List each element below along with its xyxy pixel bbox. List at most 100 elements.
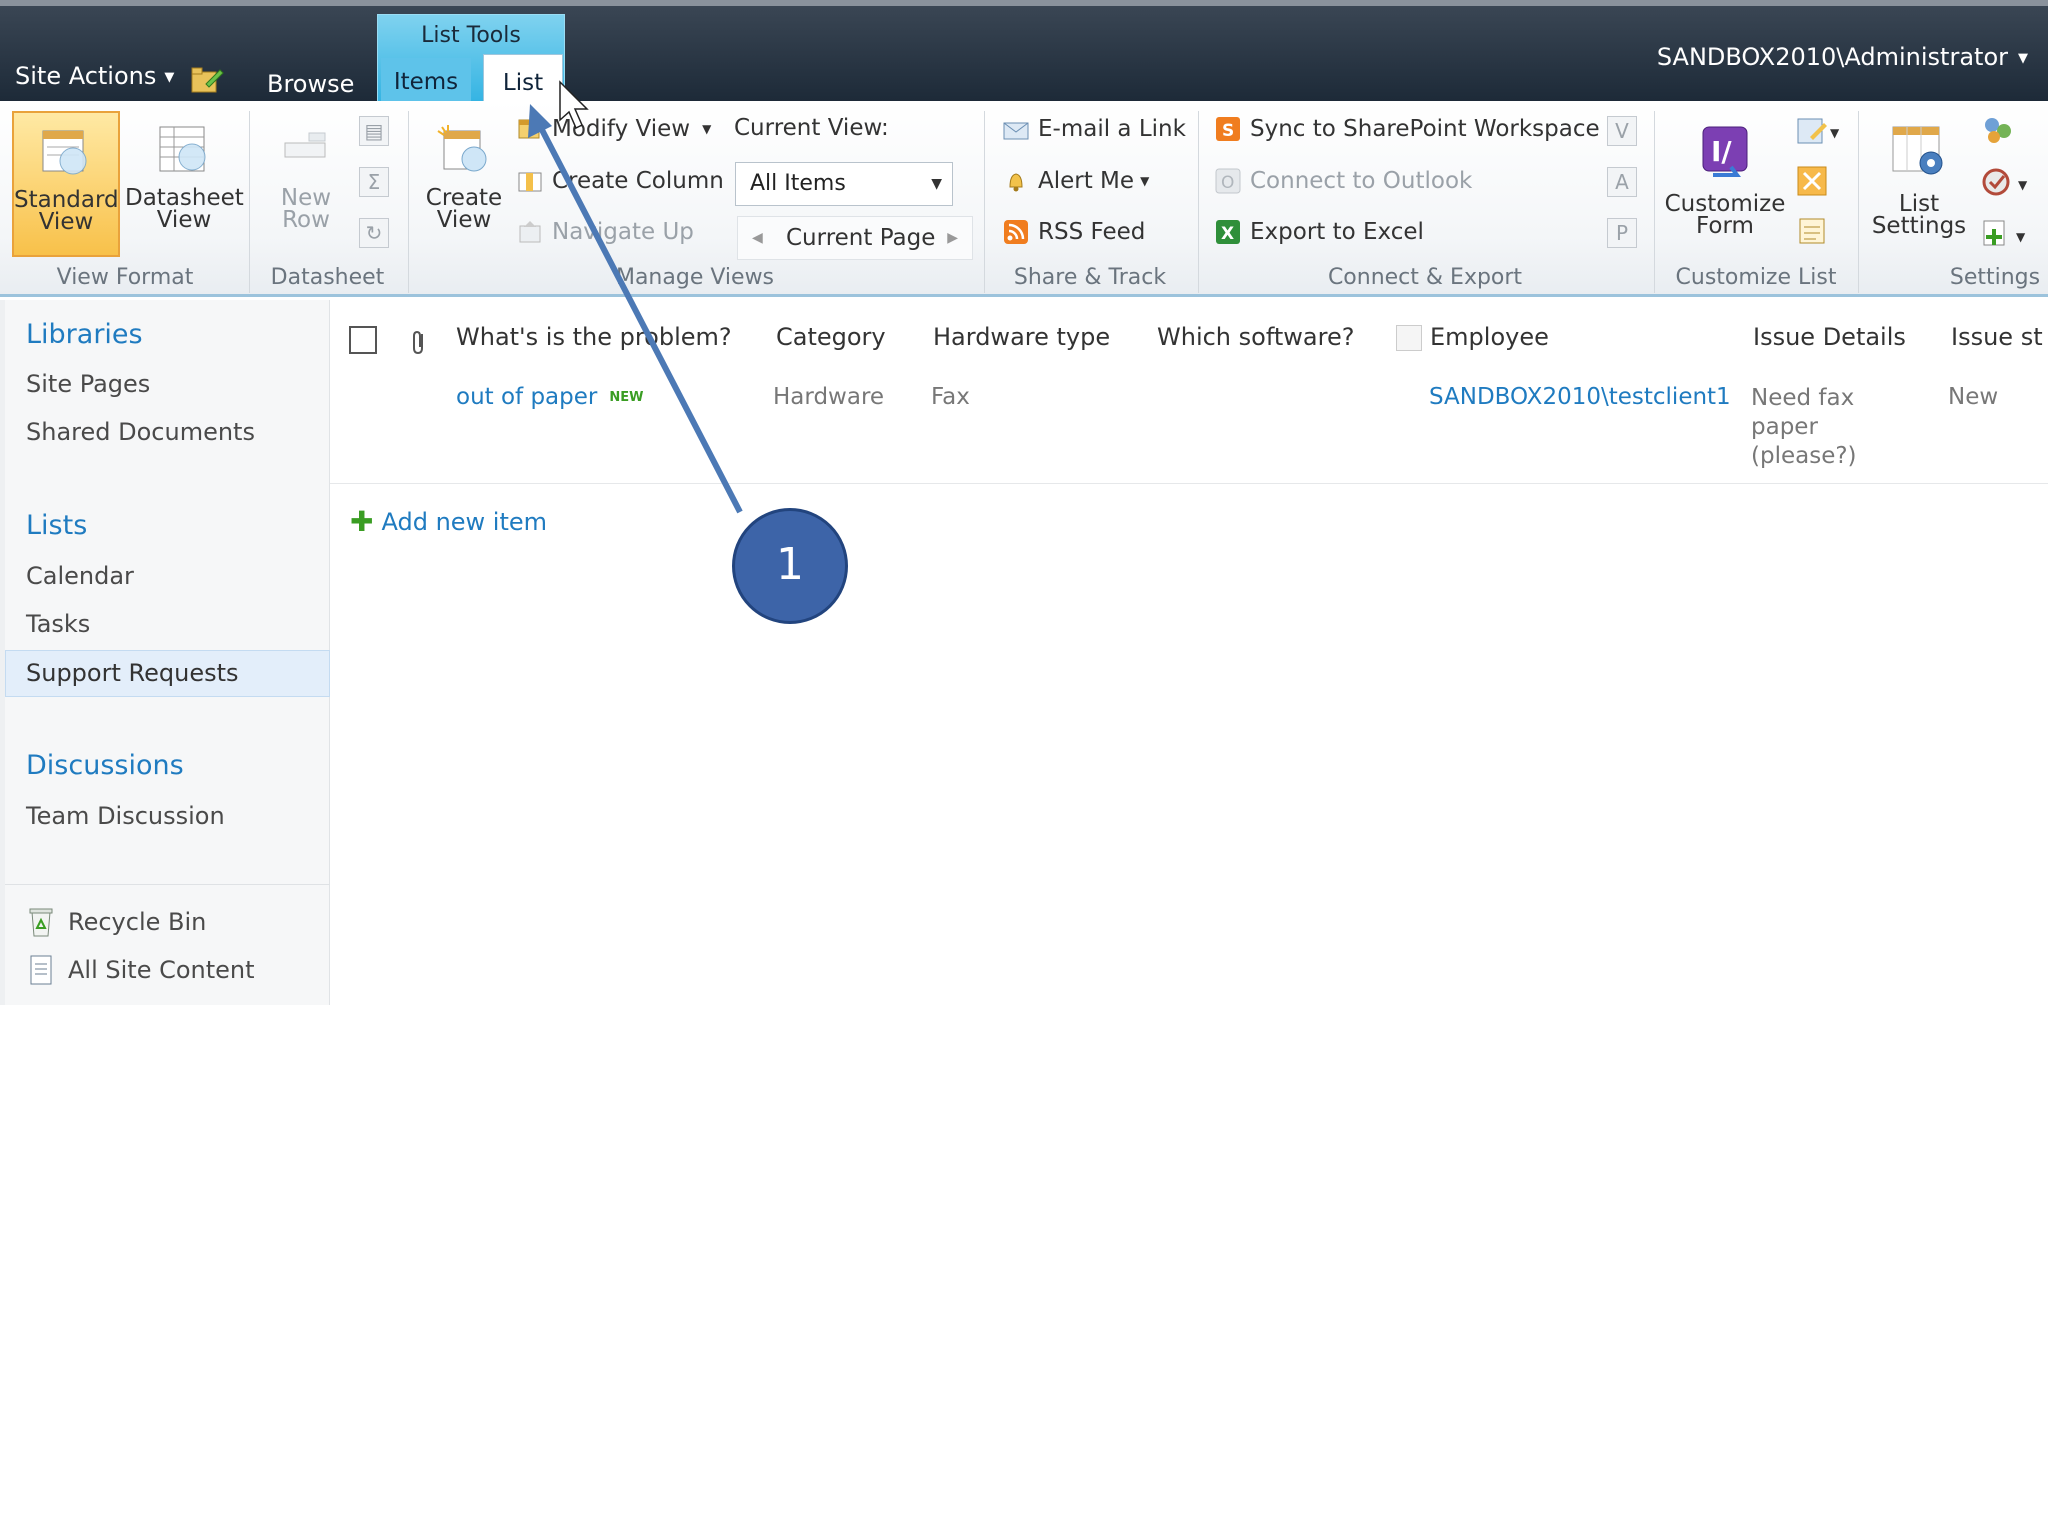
sync-workspace-button[interactable]: S Sync to SharePoint Workspace (1214, 115, 1600, 143)
column-header-hardware-type[interactable]: Hardware type (933, 323, 1110, 351)
edit-page-icon[interactable] (190, 64, 224, 94)
rss-feed-label: RSS Feed (1038, 219, 1146, 245)
cell-employee-link[interactable]: SANDBOX2010\testclient1 (1429, 384, 1731, 410)
nav-item-shared-documents[interactable]: Shared Documents (26, 418, 255, 446)
email-link-button[interactable]: E-mail a Link (1002, 115, 1186, 143)
nav-heading-libraries[interactable]: Libraries (26, 319, 143, 350)
create-column-button[interactable]: Create Column (516, 167, 724, 195)
current-view-dropdown[interactable]: All Items ▼ (735, 162, 953, 206)
nav-item-all-site-content[interactable]: All Site Content (26, 954, 255, 986)
chevron-down-icon: ▼ (164, 69, 175, 85)
permissions-icon[interactable] (1980, 113, 2016, 147)
svg-text:I/: I/ (1711, 135, 1732, 168)
column-header-which-software[interactable]: Which software? (1157, 323, 1354, 351)
nav-item-tasks[interactable]: Tasks (26, 610, 90, 638)
alert-me-button[interactable]: Alert Me ▼ (1002, 167, 1149, 195)
cell-issue-details: Need fax paper (please?) (1751, 384, 1857, 471)
recycle-bin-icon (29, 908, 53, 937)
modify-view-button[interactable]: Modify View ▼ (516, 115, 711, 143)
new-row-label: New Row (280, 185, 332, 233)
connect-outlook-button[interactable]: O Connect to Outlook (1214, 167, 1472, 195)
totals-icon[interactable]: Σ (359, 167, 389, 197)
column-header-employee[interactable]: Employee (1430, 323, 1549, 351)
nav-item-recycle-bin[interactable]: Recycle Bin (26, 906, 206, 938)
group-separator (1654, 111, 1655, 293)
column-header-problem[interactable]: What's is the problem? (456, 323, 732, 351)
excel-icon: X (1216, 220, 1240, 244)
customize-form-label: Customize Form (1664, 191, 1786, 239)
add-app-icon[interactable]: ▼ (1980, 215, 2036, 249)
alert-me-label: Alert Me (1038, 168, 1135, 194)
new-quick-step-icon[interactable] (1796, 215, 1828, 247)
nav-divider (5, 884, 330, 885)
customize-form-button[interactable]: I/ Customize Form (1664, 111, 1786, 257)
issue-details-line: (please?) (1751, 443, 1857, 469)
rss-feed-button[interactable]: RSS Feed (1002, 218, 1145, 246)
project-icon[interactable]: P (1607, 218, 1637, 248)
attachment-icon (413, 330, 423, 355)
add-new-item-link[interactable]: ✚ Add new item (350, 505, 547, 538)
column-header-issue-status[interactable]: Issue st (1951, 323, 2043, 351)
group-label-customize-list: Customize List (1675, 265, 1837, 290)
table-row-title-link[interactable]: out of paper NEW (456, 384, 643, 410)
svg-text:▼: ▼ (1830, 126, 1840, 140)
svg-text:S: S (1222, 121, 1234, 141)
sharepoint-workspace-icon: S (1216, 117, 1240, 141)
group-label-view-format: View Format (56, 265, 194, 290)
rss-icon (1004, 220, 1028, 244)
user-menu[interactable]: SANDBOX2010\Administrator ▼ (1657, 43, 2028, 71)
export-excel-button[interactable]: X Export to Excel (1214, 218, 1424, 246)
group-separator (1198, 111, 1199, 293)
standard-view-button[interactable]: Standard View (12, 111, 120, 257)
column-header-issue-details[interactable]: Issue Details (1753, 323, 1906, 351)
tab-items[interactable]: Items (381, 58, 471, 106)
show-task-pane-icon[interactable]: ▤ (359, 116, 389, 146)
quick-launch: Libraries Site Pages Shared Documents Li… (0, 300, 330, 1005)
edit-list-icon[interactable]: ▼ (1796, 115, 1842, 147)
new-row-button[interactable]: New Row (262, 111, 350, 257)
nav-item-support-requests[interactable]: Support Requests (5, 650, 330, 697)
nav-item-calendar[interactable]: Calendar (26, 562, 134, 590)
next-page-icon[interactable]: ▶ (947, 217, 958, 259)
group-separator (249, 111, 250, 293)
nav-item-team-discussion[interactable]: Team Discussion (26, 802, 225, 830)
group-separator (408, 111, 409, 293)
tab-browse[interactable]: Browse (267, 70, 354, 98)
select-all-checkbox[interactable] (349, 326, 377, 354)
workflow-icon[interactable] (1796, 165, 1828, 197)
item-title: out of paper (456, 384, 598, 410)
modify-view-icon (518, 119, 540, 139)
column-header-category[interactable]: Category (776, 323, 886, 351)
tab-list[interactable]: List (483, 54, 563, 108)
standard-view-label: Standard View (14, 187, 119, 235)
top-bar: Site Actions ▼ Browse List Tools Items Li… (0, 0, 2048, 108)
group-separator (1858, 111, 1859, 293)
site-actions-menu[interactable]: Site Actions ▼ (15, 62, 174, 90)
previous-page-icon[interactable]: ◀ (752, 217, 763, 259)
navigate-up-button[interactable]: Navigate Up (516, 218, 694, 246)
cell-category: Hardware (773, 384, 885, 410)
datasheet-view-button[interactable]: Datasheet View (125, 111, 244, 257)
callout-number-badge: 1 (732, 508, 848, 624)
all-site-content-label: All Site Content (68, 956, 255, 984)
current-page-pager[interactable]: ◀ Current Page ▶ (737, 216, 973, 260)
navigate-up-label: Navigate Up (552, 219, 694, 245)
nav-item-site-pages[interactable]: Site Pages (26, 370, 150, 398)
employee-column-checkbox[interactable] (1396, 325, 1422, 351)
access-icon[interactable]: A (1607, 167, 1637, 197)
new-row-icon (284, 132, 326, 158)
add-icon: ✚ (350, 505, 374, 538)
list-settings-button[interactable]: List Settings (1868, 111, 1970, 257)
group-label-connect-export: Connect & Export (1327, 265, 1523, 290)
email-icon (1003, 122, 1029, 140)
create-view-button[interactable]: Create View (418, 111, 510, 257)
workflow-settings-icon[interactable]: ▼ (1980, 165, 2036, 199)
refresh-data-icon[interactable]: ↻ (359, 218, 389, 248)
datasheet-view-label: Datasheet View (125, 185, 244, 233)
nav-heading-discussions[interactable]: Discussions (26, 750, 184, 781)
chevron-down-icon: ▼ (702, 122, 712, 136)
cell-issue-status: New (1948, 384, 1999, 410)
add-new-item-label: Add new item (381, 507, 548, 536)
nav-heading-lists[interactable]: Lists (26, 510, 87, 541)
visio-icon[interactable]: V (1607, 116, 1637, 146)
